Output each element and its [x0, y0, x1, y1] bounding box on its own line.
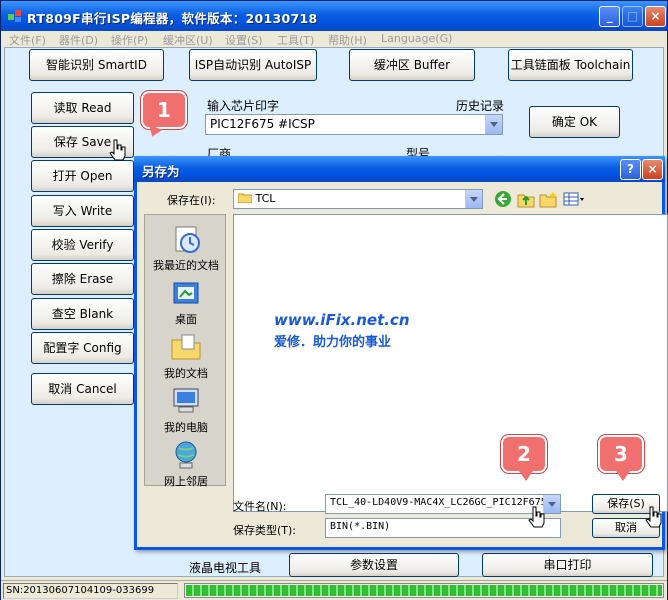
save-in-label: 保存在(I): [167, 194, 216, 207]
window-title: RT809F串行ISP编程器，软件版本：20130718 [27, 11, 318, 26]
dialog-title-bar: 另存为 ? × [134, 156, 665, 182]
hand-cursor-icon [528, 506, 545, 528]
save-in-value: TCL [255, 192, 276, 205]
buffer-button[interactable]: 缓冲区 Buffer [349, 49, 475, 81]
menu-device[interactable]: 器件(D) [59, 32, 98, 48]
verify-button[interactable]: 校验 Verify [31, 229, 134, 261]
view-menu-icon[interactable] [563, 190, 585, 208]
places-bar: 我最近的文档 桌面 我的文档 我的电脑 网上邻居 [144, 214, 227, 489]
save-as-dialog: 另存为 ? × 保存在(I): TCL 我最近的文档 桌面 我的文档 我的电脑 … [134, 156, 668, 550]
menu-tools[interactable]: 工具(T) [277, 32, 314, 48]
chevron-down-icon[interactable] [485, 115, 502, 134]
title-bar: RT809F串行ISP编程器，软件版本：20130718 _ □ × [1, 1, 667, 31]
callout-3: 3 [598, 435, 644, 481]
place-recent-label: 我最近的文档 [153, 259, 219, 272]
menu-file[interactable]: 文件(F) [9, 32, 46, 48]
hand-cursor-icon [109, 139, 126, 161]
smartid-button[interactable]: 智能识别 SmartID [29, 49, 164, 81]
tv-tools-label: 液晶电视工具 [189, 561, 262, 575]
write-button[interactable]: 写入 Write [31, 195, 134, 227]
menu-language[interactable]: Language(G) [381, 32, 452, 45]
up-folder-icon[interactable] [517, 190, 535, 208]
recent-documents-icon [175, 226, 200, 253]
chip-select[interactable]: PIC12F675 #ICSP [205, 114, 503, 135]
place-recent[interactable]: 我最近的文档 [145, 223, 227, 273]
minimize-button[interactable]: _ [599, 6, 620, 27]
main-window: RT809F串行ISP编程器，软件版本：20130718 _ □ × 文件(F)… [0, 0, 668, 600]
autoisp-button[interactable]: ISP自动识别 AutoISP [189, 49, 317, 81]
progress-fill [186, 585, 662, 596]
history-label: 历史记录 [456, 99, 505, 113]
save-in-select[interactable]: TCL [233, 189, 483, 209]
app-icon [8, 10, 21, 22]
place-network[interactable]: 网上邻居 [145, 439, 227, 489]
filetype-value: BIN(*.BIN) [330, 521, 391, 532]
chip-input-label: 输入芯片印字 [207, 99, 280, 113]
serial-number: SN:20130607104109-033699 [3, 583, 178, 599]
menu-operation[interactable]: 操作(P) [111, 32, 148, 48]
callout-1: 1 [141, 91, 187, 129]
confirm-ok-button[interactable]: 确定 OK [529, 106, 620, 138]
config-button[interactable]: 配置字 Config [31, 332, 134, 364]
new-folder-icon[interactable] [539, 190, 557, 208]
read-button[interactable]: 读取 Read [31, 92, 134, 124]
dialog-title: 另存为 [142, 164, 180, 179]
place-network-label: 网上邻居 [164, 475, 208, 488]
filename-input[interactable]: TCL_40-LD40V9-MAC4X_LC26GC_PIC12F675.BIN [325, 494, 561, 514]
place-my-documents[interactable]: 我的文档 [145, 331, 227, 381]
chip-select-value: PIC12F675 #ICSP [210, 117, 315, 131]
place-my-documents-label: 我的文档 [164, 367, 208, 380]
chevron-down-icon[interactable] [465, 190, 482, 208]
open-button[interactable]: 打开 Open [31, 160, 134, 192]
maximize-button[interactable]: □ [622, 6, 643, 27]
serial-print-button[interactable]: 串口打印 [482, 553, 653, 577]
desktop-icon [173, 282, 199, 304]
toolchain-button[interactable]: 工具链面板 Toolchain [508, 49, 633, 81]
menu-help[interactable]: 帮助(H) [328, 32, 367, 48]
watermark-text: 爱修．助力你的事业 [274, 335, 392, 350]
dialog-close-button[interactable]: × [642, 159, 663, 180]
cancel-op-button[interactable]: 取消 Cancel [31, 373, 134, 405]
place-desktop-label: 桌面 [175, 313, 197, 326]
place-my-computer[interactable]: 我的电脑 [145, 385, 227, 435]
network-places-icon [175, 441, 197, 469]
menu-bar: 文件(F) 器件(D) 操作(P) 缓冲区(U) 设置(S) 工具(T) 帮助(… [1, 31, 667, 47]
filename-label: 文件名(N): [233, 500, 287, 513]
filename-value: TCL_40-LD40V9-MAC4X_LC26GC_PIC12F675.BIN [330, 497, 561, 508]
place-desktop[interactable]: 桌面 [145, 277, 227, 327]
blank-button[interactable]: 查空 Blank [31, 298, 134, 330]
params-button[interactable]: 参数设置 [289, 553, 459, 577]
callout-2: 2 [501, 435, 547, 481]
back-icon[interactable] [494, 190, 512, 208]
place-my-computer-label: 我的电脑 [164, 421, 208, 434]
erase-button[interactable]: 擦除 Erase [31, 263, 134, 295]
status-bar: SN:20130607104109-033699 [1, 580, 667, 600]
help-button[interactable]: ? [620, 159, 641, 180]
filetype-select[interactable]: BIN(*.BIN) [325, 518, 561, 538]
progress-bar [184, 583, 664, 598]
close-button[interactable]: × [645, 6, 666, 27]
hand-cursor-icon [645, 506, 662, 528]
watermark-url: www.iFix.net.cn [274, 311, 410, 329]
menu-buffer[interactable]: 缓冲区(U) [163, 32, 213, 48]
filetype-label: 保存类型(T): [233, 524, 297, 537]
menu-settings[interactable]: 设置(S) [225, 32, 263, 48]
my-computer-icon [173, 388, 199, 413]
my-documents-icon [171, 334, 201, 360]
folder-icon [237, 193, 253, 204]
